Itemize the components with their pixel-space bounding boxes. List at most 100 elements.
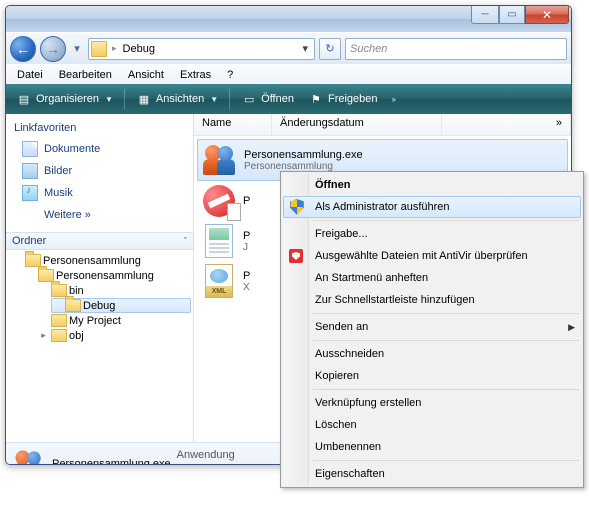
tree-node[interactable]: ▸obj [8, 328, 191, 343]
ctx-shortcut[interactable]: Verknüpfung erstellen [283, 392, 581, 414]
pictures-icon [22, 163, 38, 179]
ctx-label: Senden an [315, 321, 368, 333]
views-button[interactable]: ▦ Ansichten ▼ [130, 88, 224, 110]
overflow-icon[interactable]: » [386, 95, 402, 104]
tree-node-selected[interactable]: Debug [51, 298, 191, 313]
history-dropdown[interactable]: ▾ [70, 42, 84, 55]
antivir-icon [288, 248, 304, 264]
ctx-quicklaunch[interactable]: Zur Schnellstartleiste hinzufügen [283, 289, 581, 311]
exe-icon [200, 142, 240, 178]
ctx-label: Zur Schnellstartleiste hinzufügen [315, 294, 475, 306]
details-type: Anwendung [177, 449, 235, 461]
tree-node[interactable]: My Project [8, 313, 191, 328]
ctx-run-as-admin[interactable]: Als Administrator ausführen [283, 196, 581, 218]
blocked-icon [199, 183, 239, 219]
ctx-delete[interactable]: Löschen [283, 414, 581, 436]
tree-label: My Project [69, 315, 121, 327]
music-icon [22, 185, 38, 201]
fav-music[interactable]: Musik [14, 182, 185, 204]
col-more[interactable]: » [442, 114, 571, 135]
fav-pictures[interactable]: Bilder [14, 160, 185, 182]
fav-label: Bilder [44, 165, 72, 177]
folders-header[interactable]: Ordner ˇ [6, 232, 193, 250]
menu-edit[interactable]: Bearbeiten [52, 67, 119, 83]
breadcrumb-item[interactable]: Debug [120, 43, 158, 55]
folder-icon [65, 299, 81, 312]
organize-button[interactable]: ▤ Organisieren ▼ [10, 88, 119, 110]
ctx-sharing[interactable]: Freigabe... [283, 223, 581, 245]
chevron-down-icon: ▼ [208, 95, 218, 104]
ctx-label: An Startmenü anheften [315, 272, 428, 284]
refresh-button[interactable]: ↻ [319, 38, 341, 60]
ctx-open[interactable]: Öffnen [283, 174, 581, 196]
more-icon [22, 207, 38, 223]
file-type: X [243, 282, 250, 293]
col-modified[interactable]: Änderungsdatum [272, 114, 442, 135]
fav-label: Weitere » [44, 209, 91, 221]
maximize-button[interactable]: ▭ [499, 6, 525, 24]
minimize-button[interactable]: ─ [471, 6, 499, 24]
fav-label: Musik [44, 187, 73, 199]
tree-node[interactable]: Personensammlung [8, 253, 191, 268]
folder-icon [91, 41, 107, 57]
chevron-right-icon: ▸ [109, 43, 120, 54]
xml-tag: XML [206, 286, 232, 297]
file-name: P [243, 230, 250, 242]
fav-more[interactable]: Weitere » [14, 204, 185, 226]
ctx-label: Öffnen [315, 179, 350, 191]
organize-icon: ▤ [16, 91, 32, 107]
ctx-label: Als Administrator ausführen [315, 201, 450, 213]
nav-toolbar: ← → ▾ ▸ Debug ▾ ↻ Suchen [6, 32, 571, 64]
address-bar[interactable]: ▸ Debug ▾ [88, 38, 315, 60]
titlebar[interactable]: ─ ▭ ✕ [6, 6, 571, 32]
close-button[interactable]: ✕ [525, 6, 569, 24]
column-headers: Name Änderungsdatum » [194, 114, 571, 136]
share-button[interactable]: ⚑ Freigeben [302, 88, 384, 110]
tree-node[interactable]: bin [8, 283, 191, 298]
col-name[interactable]: Name [194, 114, 272, 135]
ctx-label: Freigabe... [315, 228, 368, 240]
share-label: Freigeben [328, 93, 378, 105]
open-button[interactable]: ▭ Öffnen [235, 88, 300, 110]
ctx-copy[interactable]: Kopieren [283, 365, 581, 387]
shield-icon [289, 199, 305, 215]
folder-icon [51, 329, 67, 342]
menu-help[interactable]: ? [220, 67, 240, 83]
ctx-label: Ausschneiden [315, 348, 384, 360]
context-menu: Öffnen Als Administrator ausführen Freig… [280, 171, 584, 488]
ctx-label: Verknüpfung erstellen [315, 397, 421, 409]
share-icon: ⚑ [308, 91, 324, 107]
ctx-cut[interactable]: Ausschneiden [283, 343, 581, 365]
ctx-label: Eigenschaften [315, 468, 385, 480]
ctx-rename[interactable]: Umbenennen [283, 436, 581, 458]
menu-file[interactable]: Datei [10, 67, 50, 83]
fav-label: Dokumente [44, 143, 100, 155]
menubar: Datei Bearbeiten Ansicht Extras ? [6, 64, 571, 84]
ctx-properties[interactable]: Eigenschaften [283, 463, 581, 485]
forward-button[interactable]: → [40, 36, 66, 62]
file-type: J [243, 242, 250, 253]
ctx-label: Ausgewählte Dateien mit AntiVir überprüf… [315, 250, 528, 262]
menu-extras[interactable]: Extras [173, 67, 218, 83]
tree-label: Personensammlung [43, 255, 141, 267]
details-name: Personensammlung.exe [52, 458, 171, 466]
navigation-pane: Linkfavoriten Dokumente Bilder Musik Wei… [6, 114, 194, 442]
search-input[interactable]: Suchen [345, 38, 567, 60]
collapse-icon[interactable]: ˇ [184, 236, 187, 246]
ctx-antivir[interactable]: Ausgewählte Dateien mit AntiVir überprüf… [283, 245, 581, 267]
command-bar: ▤ Organisieren ▼ ▦ Ansichten ▼ ▭ Öffnen … [6, 84, 571, 114]
ctx-pin-start[interactable]: An Startmenü anheften [283, 267, 581, 289]
tree-label: Personensammlung [56, 270, 154, 282]
documents-icon [22, 141, 38, 157]
expand-icon[interactable]: ▸ [38, 330, 49, 341]
address-dropdown[interactable]: ▾ [298, 42, 312, 55]
separator [124, 89, 125, 109]
document-icon [199, 223, 239, 259]
back-button[interactable]: ← [10, 36, 36, 62]
ctx-send-to[interactable]: Senden an▶ [283, 316, 581, 338]
fav-documents[interactable]: Dokumente [14, 138, 185, 160]
menu-view[interactable]: Ansicht [121, 67, 171, 83]
xml-icon: XML [199, 263, 239, 299]
tree-node[interactable]: Personensammlung [8, 268, 191, 283]
folders-label: Ordner [12, 235, 46, 247]
